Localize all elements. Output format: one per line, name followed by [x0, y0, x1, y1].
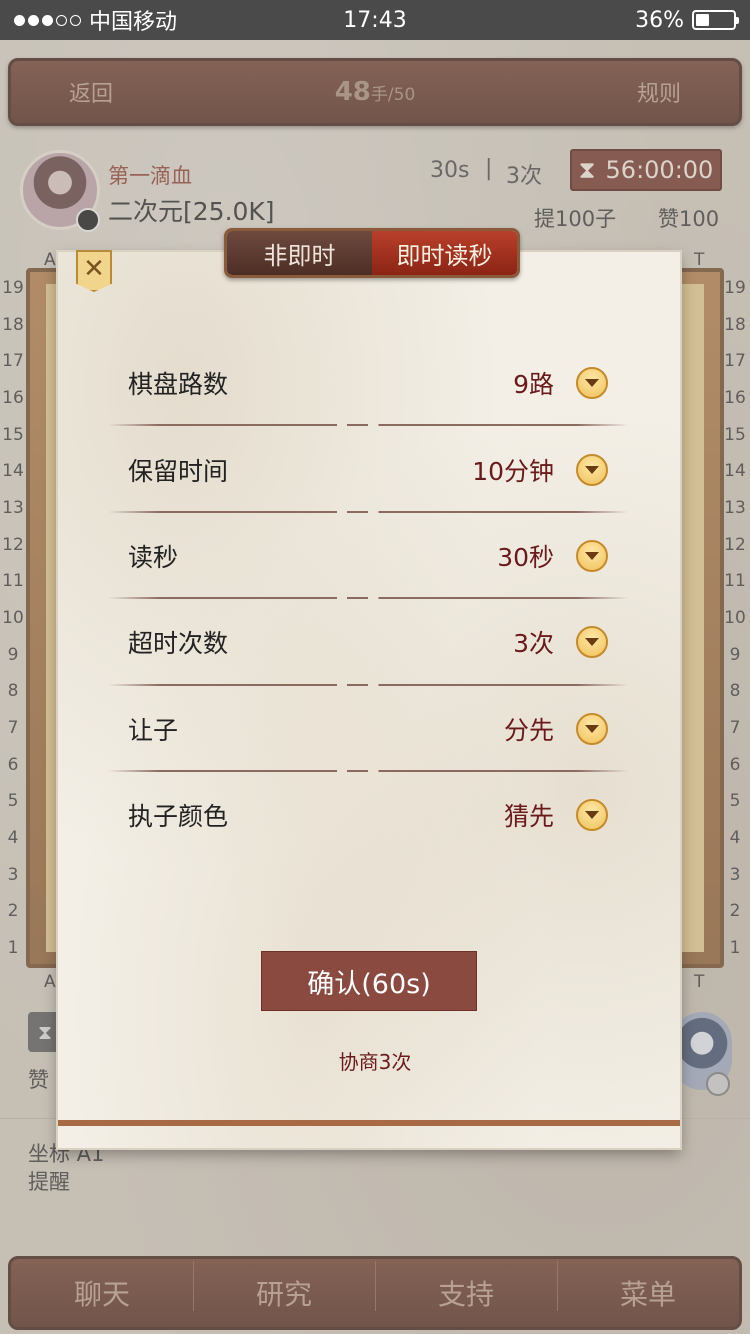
setting-byoyomi[interactable]: 读秒 30秒: [108, 513, 628, 600]
settings-list: 棋盘路数 9路 保留时间 10分钟 读秒 30秒 超时次数 3次 让子 分先 执…: [108, 340, 628, 858]
tab-realtime[interactable]: 即时读秒: [372, 231, 517, 275]
mode-tabs: 非即时 即时读秒: [224, 228, 520, 278]
negotiate-count: 协商3次: [338, 1050, 412, 1074]
chevron-down-icon[interactable]: [576, 539, 608, 572]
setting-value: 9路: [513, 370, 554, 400]
chevron-down-icon[interactable]: [576, 367, 608, 400]
chevron-down-icon[interactable]: [576, 453, 608, 486]
chevron-down-icon[interactable]: [576, 712, 608, 745]
setting-label: 棋盘路数: [128, 370, 229, 400]
setting-label: 执子颜色: [128, 802, 229, 832]
setting-value: 分先: [503, 715, 554, 745]
setting-timeout-count[interactable]: 超时次数 3次: [108, 599, 628, 686]
setting-board-size[interactable]: 棋盘路数 9路: [108, 340, 628, 427]
dialog-bottom-border: [58, 1120, 680, 1126]
battery-icon: [692, 10, 739, 30]
setting-label: 保留时间: [128, 456, 229, 486]
carrier-label: 中国移动: [89, 10, 178, 35]
confirm-button[interactable]: 确认(60s): [261, 951, 477, 1011]
signal-icon: [14, 14, 81, 26]
setting-handicap[interactable]: 让子 分先: [108, 686, 628, 772]
setting-value: 30秒: [497, 542, 554, 572]
tab-non-realtime[interactable]: 非即时: [227, 231, 372, 275]
setting-value: 10分钟: [472, 456, 554, 486]
chevron-down-icon[interactable]: [576, 626, 608, 659]
setting-label: 超时次数: [128, 629, 229, 659]
setting-stone-color[interactable]: 执子颜色 猜先: [108, 772, 628, 858]
chevron-down-icon[interactable]: [576, 799, 608, 832]
battery-percent: 36%: [635, 7, 684, 33]
setting-label: 让子: [128, 715, 179, 745]
setting-label: 读秒: [128, 542, 179, 572]
status-bar: 中国移动 17:43 36%: [0, 0, 750, 40]
setting-value: 3次: [513, 629, 554, 659]
setting-value: 猜先: [503, 802, 554, 832]
close-icon[interactable]: ✕: [76, 250, 112, 292]
setting-reserve-time[interactable]: 保留时间 10分钟: [108, 426, 628, 513]
